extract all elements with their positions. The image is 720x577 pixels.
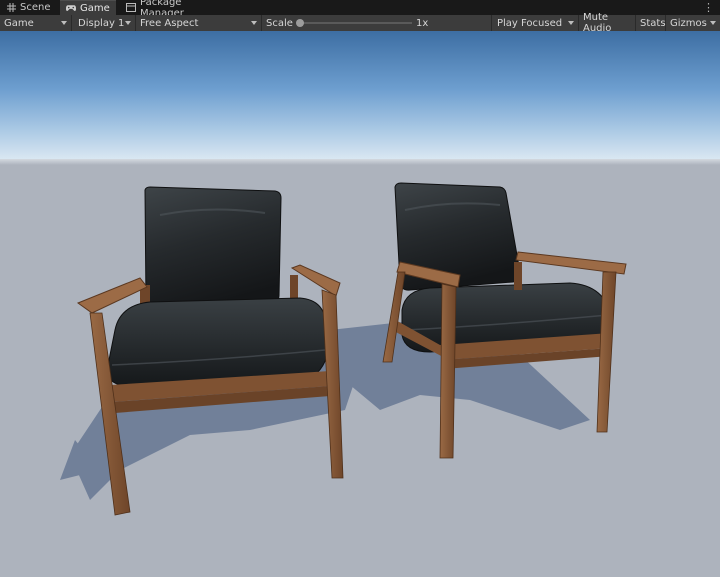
scale-label: Scale: [266, 17, 293, 29]
view-mode-label: Game: [4, 17, 34, 29]
chevron-down-icon: [568, 21, 574, 25]
view-mode-dropdown[interactable]: Game: [0, 15, 72, 31]
package-icon: [126, 3, 136, 13]
more-options-icon[interactable]: ⋮: [703, 0, 714, 15]
tab-package-manager[interactable]: Package Manager: [120, 0, 230, 19]
chevron-down-icon: [61, 21, 67, 25]
play-mode-label: Play Focused: [497, 17, 563, 29]
aspect-dropdown[interactable]: Free Aspect: [136, 15, 262, 31]
gamepad-icon: [66, 3, 76, 13]
gizmos-label: Gizmos: [670, 17, 707, 29]
left-armchair: [76, 186, 344, 516]
right-armchair: [382, 182, 627, 459]
tab-scene[interactable]: Scene: [0, 0, 60, 15]
hash-icon: [6, 3, 16, 13]
stats-label: Stats: [640, 17, 666, 29]
aspect-label: Free Aspect: [140, 17, 199, 29]
gizmos-dropdown[interactable]: Gizmos: [666, 15, 720, 31]
display-dropdown[interactable]: Display 1: [74, 15, 136, 31]
chevron-down-icon: [710, 21, 716, 25]
game-viewport[interactable]: [0, 31, 720, 577]
scale-slider-handle[interactable]: [296, 19, 304, 27]
stats-button[interactable]: Stats: [636, 15, 666, 31]
scale-slider-track[interactable]: [298, 22, 412, 24]
scale-value: 1x: [416, 17, 429, 29]
chevron-down-icon: [251, 21, 257, 25]
tab-scene-label: Scene: [20, 2, 51, 13]
game-toolbar: Game Display 1 Free Aspect Scale 1x Play…: [0, 12, 720, 34]
mute-audio-button[interactable]: Mute Audio: [579, 12, 636, 34]
scene-render: [60, 182, 627, 516]
tab-game[interactable]: Game: [60, 0, 116, 15]
display-label: Display 1: [78, 17, 125, 29]
play-mode-dropdown[interactable]: Play Focused: [493, 15, 579, 31]
unity-game-window: Scene Game Package Manager ⋮ Game Displa…: [0, 0, 720, 577]
chevron-down-icon: [125, 21, 131, 25]
tab-game-label: Game: [80, 2, 110, 14]
